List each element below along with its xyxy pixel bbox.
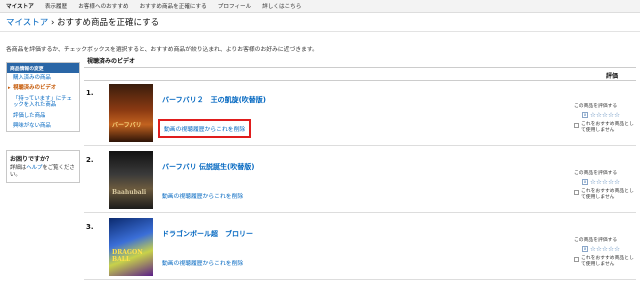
breadcrumb: マイストア › おすすめ商品を正確にする (6, 16, 159, 28)
item-title-link[interactable]: ドラゴンボール超 ブロリー (162, 229, 253, 239)
clear-rating-icon[interactable]: x (582, 179, 588, 185)
help-title: お困りですか？ (10, 156, 53, 163)
remove-from-history-link[interactable]: 動画の視聴履歴からこれを削除 (158, 119, 252, 138)
help-body: 詳細はヘルプをご覧ください。 (10, 165, 76, 179)
item-title-link[interactable]: バーフバリ２ 王の凱旋(吹替版) (162, 95, 266, 105)
exclude-checkbox[interactable] (574, 257, 579, 262)
item-number: 2. (86, 156, 94, 164)
sidebar-header: 商品情報の変更 (7, 63, 79, 73)
nav-browsing-history[interactable]: 表示履歴 (45, 2, 67, 10)
sidebar: 商品情報の変更 購入済みの商品 視聴済みのビデオ 「持っています」にチェックを入… (6, 62, 80, 133)
sidebar-item-watched-videos[interactable]: 視聴済みのビデオ (7, 83, 79, 93)
exclude-label: これをおすすめ商品として使用しません (581, 256, 634, 267)
section-title: 視聴済みのビデオ (87, 58, 136, 65)
breadcrumb-current: › おすすめ商品を正確にする (48, 18, 160, 28)
sidebar-item-not-interested[interactable]: 興味がない商品 (7, 121, 79, 131)
poster-image[interactable]: Baahubali (109, 151, 153, 209)
poster-caption: バーフバリ (112, 122, 142, 129)
list-item: 2. Baahubali バーフバリ 伝説誕生(吹替版) 動画の視聴履歴からこれ… (84, 149, 636, 213)
item-title-link[interactable]: バーフバリ 伝説誕生(吹替版) (162, 162, 254, 172)
exclude-checkbox[interactable] (574, 190, 579, 195)
nav-recommendations[interactable]: お客様へのおすすめ (78, 2, 128, 10)
poster-image[interactable]: DRAGON BALL (109, 218, 153, 276)
sidebar-item-owned[interactable]: 「持っています」にチェックを入れた商品 (7, 94, 79, 111)
nav-improve-recommendations[interactable]: おすすめ商品を正確にする (140, 2, 207, 10)
poster-caption: Baahubali (112, 189, 147, 196)
list-item: 3. DRAGON BALL ドラゴンボール超 ブロリー 動画の視聴履歴からこれ… (84, 216, 636, 280)
nav-learn-more[interactable]: 詳しくはこちら (262, 2, 301, 10)
nav-my-store[interactable]: マイストア (6, 2, 34, 10)
top-navigation: マイストア 表示履歴 お客様へのおすすめ おすすめ商品を正確にする プロフィール… (0, 0, 640, 13)
sidebar-item-rated[interactable]: 評価した商品 (7, 111, 79, 121)
sidebar-item-purchased[interactable]: 購入済みの商品 (7, 73, 79, 83)
exclude-checkbox[interactable] (574, 123, 579, 128)
item-number: 1. (86, 89, 94, 97)
column-rating: 評価 (605, 73, 618, 80)
remove-from-history-link[interactable]: 動画の視聴履歴からこれを削除 (162, 258, 243, 267)
rate-label: この商品を評価する (574, 104, 618, 109)
exclude-label: これをおすすめ商品として使用しません (581, 122, 634, 133)
divider (0, 31, 640, 32)
star-rating[interactable]: ☆☆☆☆☆ (590, 245, 620, 253)
nav-profile[interactable]: プロフィール (218, 2, 251, 10)
help-prefix: 詳細は (10, 165, 27, 171)
clear-rating-icon[interactable]: x (582, 112, 588, 118)
breadcrumb-my-store-link[interactable]: マイストア (6, 18, 48, 28)
list-item: 1. バーフバリ バーフバリ２ 王の凱旋(吹替版) 動画の視聴履歴からこれを削除… (84, 82, 636, 146)
help-box: お困りですか？ 詳細はヘルプをご覧ください。 (6, 150, 80, 183)
clear-rating-icon[interactable]: x (582, 246, 588, 252)
poster-caption: DRAGON BALL (112, 249, 143, 263)
star-rating[interactable]: ☆☆☆☆☆ (590, 178, 620, 186)
poster-image[interactable]: バーフバリ (109, 84, 153, 142)
remove-from-history-link[interactable]: 動画の視聴履歴からこれを削除 (162, 191, 243, 200)
item-number: 3. (86, 223, 94, 231)
rating-widget: この商品を評価する x ☆☆☆☆☆ これをおすすめ商品として使用しません (574, 169, 636, 201)
table-header: 評価 (84, 67, 636, 81)
star-rating[interactable]: ☆☆☆☆☆ (590, 111, 620, 119)
help-link[interactable]: ヘルプ (26, 165, 42, 171)
rating-widget: この商品を評価する x ☆☆☆☆☆ これをおすすめ商品として使用しません (574, 236, 636, 268)
rating-widget: この商品を評価する x ☆☆☆☆☆ これをおすすめ商品として使用しません (574, 102, 636, 134)
intro-text: 各商品を評価するか、チェックボックスを選択すると、おすすめ商品が絞り込まれ、より… (6, 47, 318, 53)
rate-label: この商品を評価する (574, 238, 618, 243)
exclude-label: これをおすすめ商品として使用しません (581, 189, 634, 200)
rate-label: この商品を評価する (574, 171, 618, 176)
